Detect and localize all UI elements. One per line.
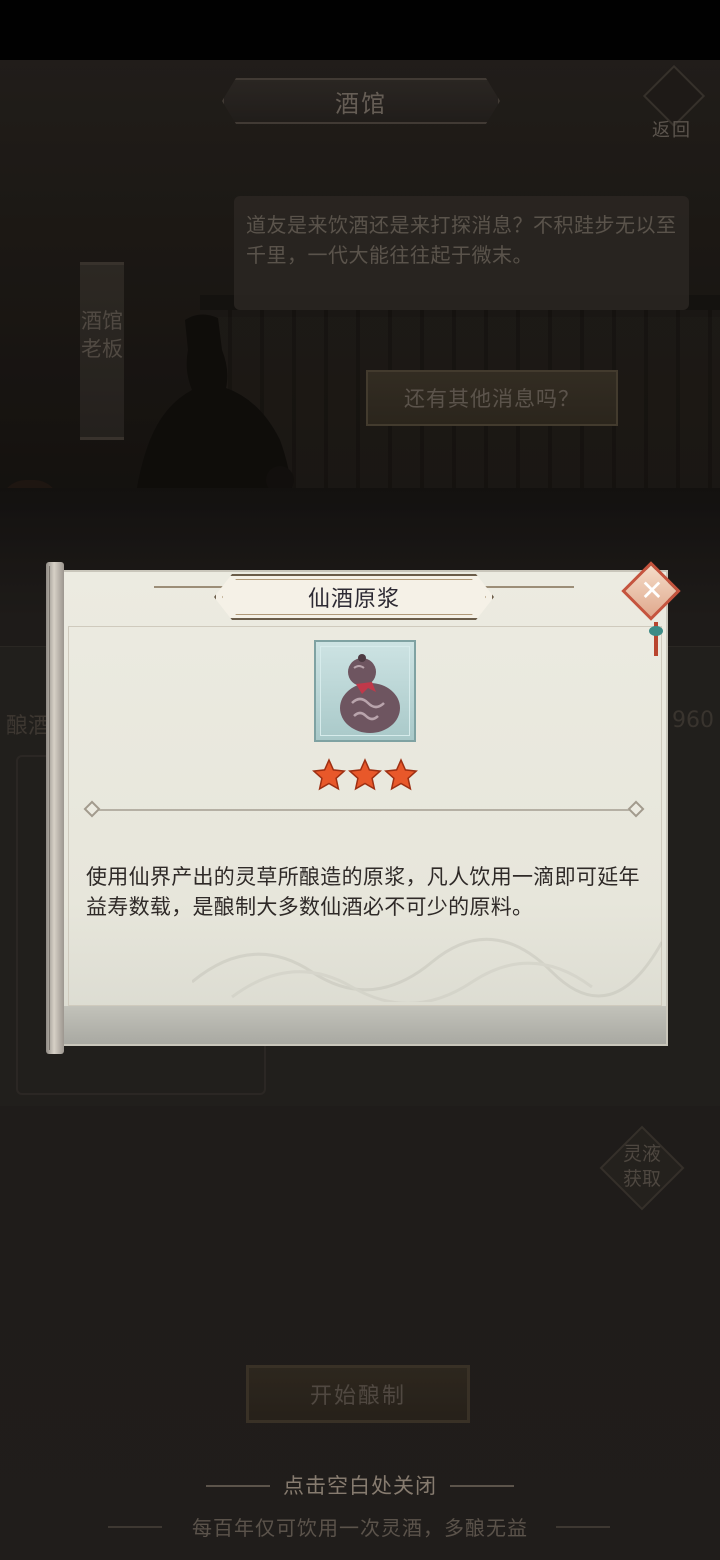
star-icon	[348, 758, 382, 791]
item-title-inner-border	[222, 579, 486, 615]
rarity-stars	[312, 758, 418, 791]
bead-icon	[649, 626, 663, 636]
tavern-screen: 酒馆 返回 道友是来饮酒还是来打探消息？不积跬步无以至千里，一代大能往往起于微末…	[0, 0, 720, 1560]
footer-note: 每百年仅可饮用一次灵酒，多酿无益	[192, 1516, 528, 1540]
item-icon-frame	[314, 640, 416, 742]
star-icon	[312, 758, 346, 791]
star-icon	[384, 758, 418, 791]
close-hint: 点击空白处关闭	[283, 1474, 437, 1498]
item-description: 使用仙界产出的灵草所酿造的原浆，凡人饮用一滴即可延年益寿数载，是酿制大多数仙酒必…	[86, 865, 640, 919]
close-button[interactable]: ✕	[621, 561, 686, 658]
description-divider	[86, 809, 642, 811]
gourd-icon	[340, 654, 400, 733]
popup-bottom-strip	[62, 1006, 666, 1044]
close-x-glyph: ✕	[640, 574, 664, 607]
scroll-rod	[46, 562, 64, 1054]
item-detail-popup: 仙酒原浆 ✕ 使用仙界产出的灵草所酿造的原浆，凡人饮用一滴即可延年益寿数载，是酿…	[46, 561, 681, 1054]
